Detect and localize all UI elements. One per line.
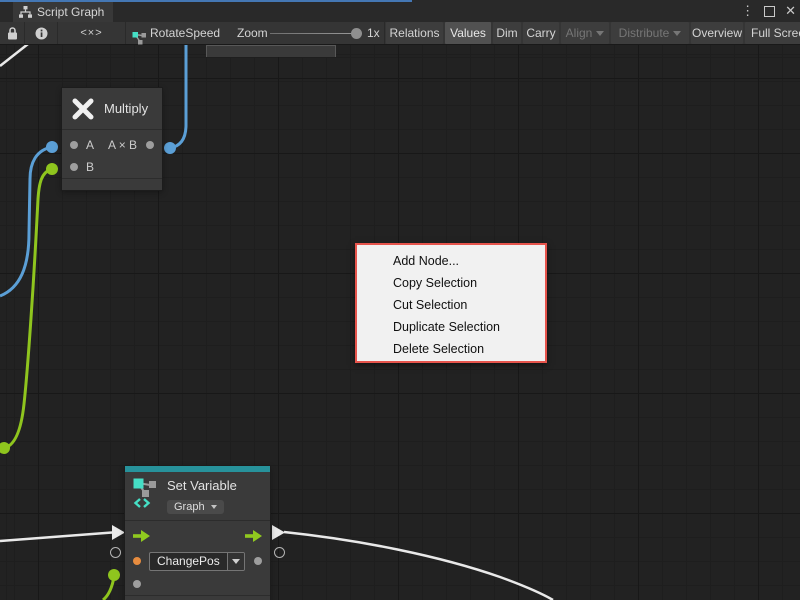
port-fallback-input[interactable] xyxy=(133,580,141,588)
wire-dot-green-bottom[interactable] xyxy=(108,569,120,581)
tab-script-graph[interactable]: Script Graph xyxy=(13,2,113,22)
wire-dot-blue-out[interactable] xyxy=(164,142,176,154)
flow-arrowhead-out xyxy=(272,525,285,540)
node-partial-top[interactable] xyxy=(206,45,336,57)
multiply-header: Multiply xyxy=(62,88,162,130)
window-menu-icon[interactable]: ⋮ xyxy=(741,2,754,20)
toolbar-button-distribute[interactable]: Distribute xyxy=(611,22,689,44)
multiply-title: Multiply xyxy=(104,101,148,116)
wire-dot-blue-a[interactable] xyxy=(46,141,58,153)
set-variable-fallback-row xyxy=(125,573,270,595)
close-icon[interactable]: ✕ xyxy=(785,2,796,20)
lock-button[interactable] xyxy=(0,22,24,44)
variable-scope-label: Graph xyxy=(174,501,205,513)
multiply-row-a: A A × B xyxy=(62,134,162,156)
graph-reference-label[interactable]: RotateSpeed 1 xyxy=(150,22,220,44)
port-label-a: A xyxy=(86,138,94,152)
chevron-down-icon xyxy=(211,505,217,509)
toolbar-button-overview[interactable]: Overview xyxy=(691,22,743,44)
maximize-icon[interactable] xyxy=(764,6,775,17)
multiply-x-icon xyxy=(70,96,96,122)
port-input-b[interactable] xyxy=(70,163,78,171)
multiply-footer xyxy=(62,178,162,192)
wire-white-flow-in xyxy=(0,533,112,542)
unity-visual-scripting-window: Script Graph ⋮ ✕ <×> xyxy=(0,0,800,600)
green-arrow-in-icon[interactable] xyxy=(133,530,150,542)
toolbar-button-carry[interactable]: Carry xyxy=(523,22,559,44)
zoom-slider-handle[interactable] xyxy=(351,28,362,39)
variable-graph-icon xyxy=(133,478,159,508)
menu-item-cut-selection[interactable]: Cut Selection xyxy=(357,294,545,316)
tab-bar: Script Graph ⋮ ✕ xyxy=(0,0,800,22)
info-button[interactable] xyxy=(25,22,57,44)
tab-label: Script Graph xyxy=(37,5,104,19)
chevron-down-icon xyxy=(232,559,240,564)
port-label-axb: A × B xyxy=(108,138,137,152)
chevron-down-icon xyxy=(673,31,681,36)
window-controls: ⋮ ✕ xyxy=(741,2,796,20)
wire-blue-output xyxy=(170,45,186,148)
wire-dot-green-end[interactable] xyxy=(0,442,10,454)
green-arrow-out-icon[interactable] xyxy=(245,530,262,542)
zoom-slider-track[interactable] xyxy=(270,33,362,34)
multiply-row-b: B xyxy=(62,156,162,178)
menu-item-copy-selection[interactable]: Copy Selection xyxy=(357,272,545,294)
menu-item-duplicate-selection[interactable]: Duplicate Selection xyxy=(357,316,545,338)
proxy-port-ring-right[interactable] xyxy=(274,547,285,558)
graph-toolbar: <×> RotateSpeed 1 Zoom 1x Relations Valu… xyxy=(0,22,800,45)
port-variable-input[interactable] xyxy=(133,557,141,565)
set-variable-value-row: ChangePos xyxy=(125,549,270,573)
port-label-b: B xyxy=(86,160,94,174)
dropdown-arrow-box[interactable] xyxy=(227,553,244,570)
context-menu: Add Node... Copy Selection Cut Selection… xyxy=(355,243,547,363)
lock-icon xyxy=(7,27,18,40)
toolbar-button-fullscreen[interactable]: Full Screen xyxy=(745,22,800,44)
proxy-port-ring-left[interactable] xyxy=(110,547,121,558)
info-icon xyxy=(35,27,48,40)
set-variable-footer xyxy=(125,595,270,600)
toolbar-button-dim[interactable]: Dim xyxy=(493,22,521,44)
wire-dot-green-b[interactable] xyxy=(46,163,58,175)
graph-canvas[interactable]: Multiply A A × B B xyxy=(0,45,800,600)
align-label: Align xyxy=(566,26,593,40)
port-value-output[interactable] xyxy=(254,557,262,565)
set-variable-title: Set Variable xyxy=(167,478,237,493)
script-graph-icon xyxy=(19,6,32,18)
chevron-down-icon xyxy=(596,31,604,36)
toolbar-button-align[interactable]: Align xyxy=(561,22,609,44)
wire-green-left xyxy=(4,169,52,448)
flow-arrowhead-in xyxy=(112,525,125,540)
port-output-axb[interactable] xyxy=(146,141,154,149)
node-multiply[interactable]: Multiply A A × B B xyxy=(62,88,162,190)
wire-white-flow-out xyxy=(284,532,553,600)
node-set-variable[interactable]: Set Variable Graph xyxy=(125,466,270,600)
port-input-a[interactable] xyxy=(70,141,78,149)
variable-scope-dropdown[interactable]: Graph xyxy=(167,500,224,514)
variable-name-dropdown[interactable]: ChangePos xyxy=(149,552,245,571)
wire-green-bottom xyxy=(103,577,114,600)
set-variable-header: Set Variable Graph xyxy=(125,472,270,521)
set-variable-flow-row xyxy=(125,523,270,549)
toolbar-button-values[interactable]: Values xyxy=(445,22,491,44)
menu-item-delete-selection[interactable]: Delete Selection xyxy=(357,338,545,360)
menu-item-add-node[interactable]: Add Node... xyxy=(357,250,545,272)
toolbar-button-relations[interactable]: Relations xyxy=(386,22,443,44)
zoom-label: Zoom xyxy=(237,22,271,44)
code-view-button[interactable]: <×> xyxy=(58,22,125,44)
wire-white-topleft xyxy=(0,45,28,66)
variable-name-value: ChangePos xyxy=(150,553,227,570)
wire-blue-input xyxy=(0,147,52,296)
distribute-label: Distribute xyxy=(619,26,670,40)
